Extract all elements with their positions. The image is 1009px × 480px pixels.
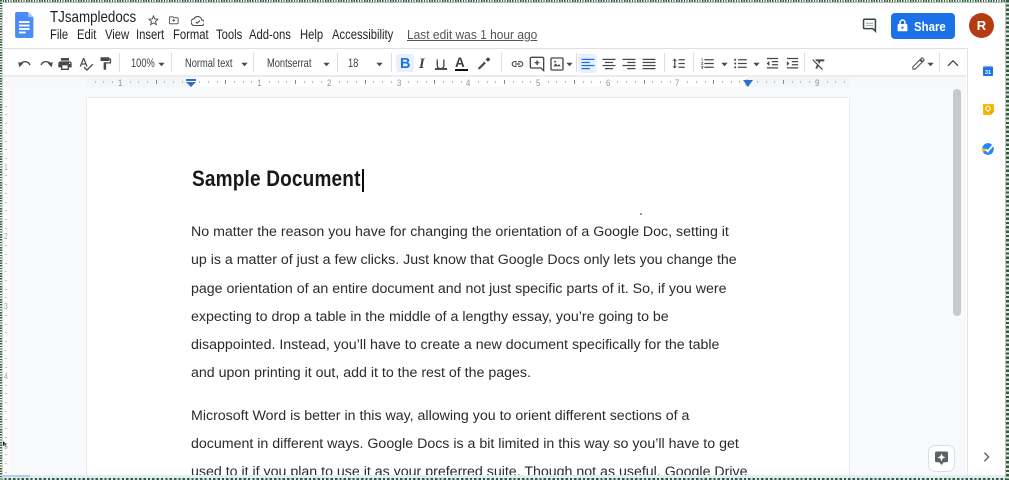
svg-text:31: 31 xyxy=(984,69,990,75)
